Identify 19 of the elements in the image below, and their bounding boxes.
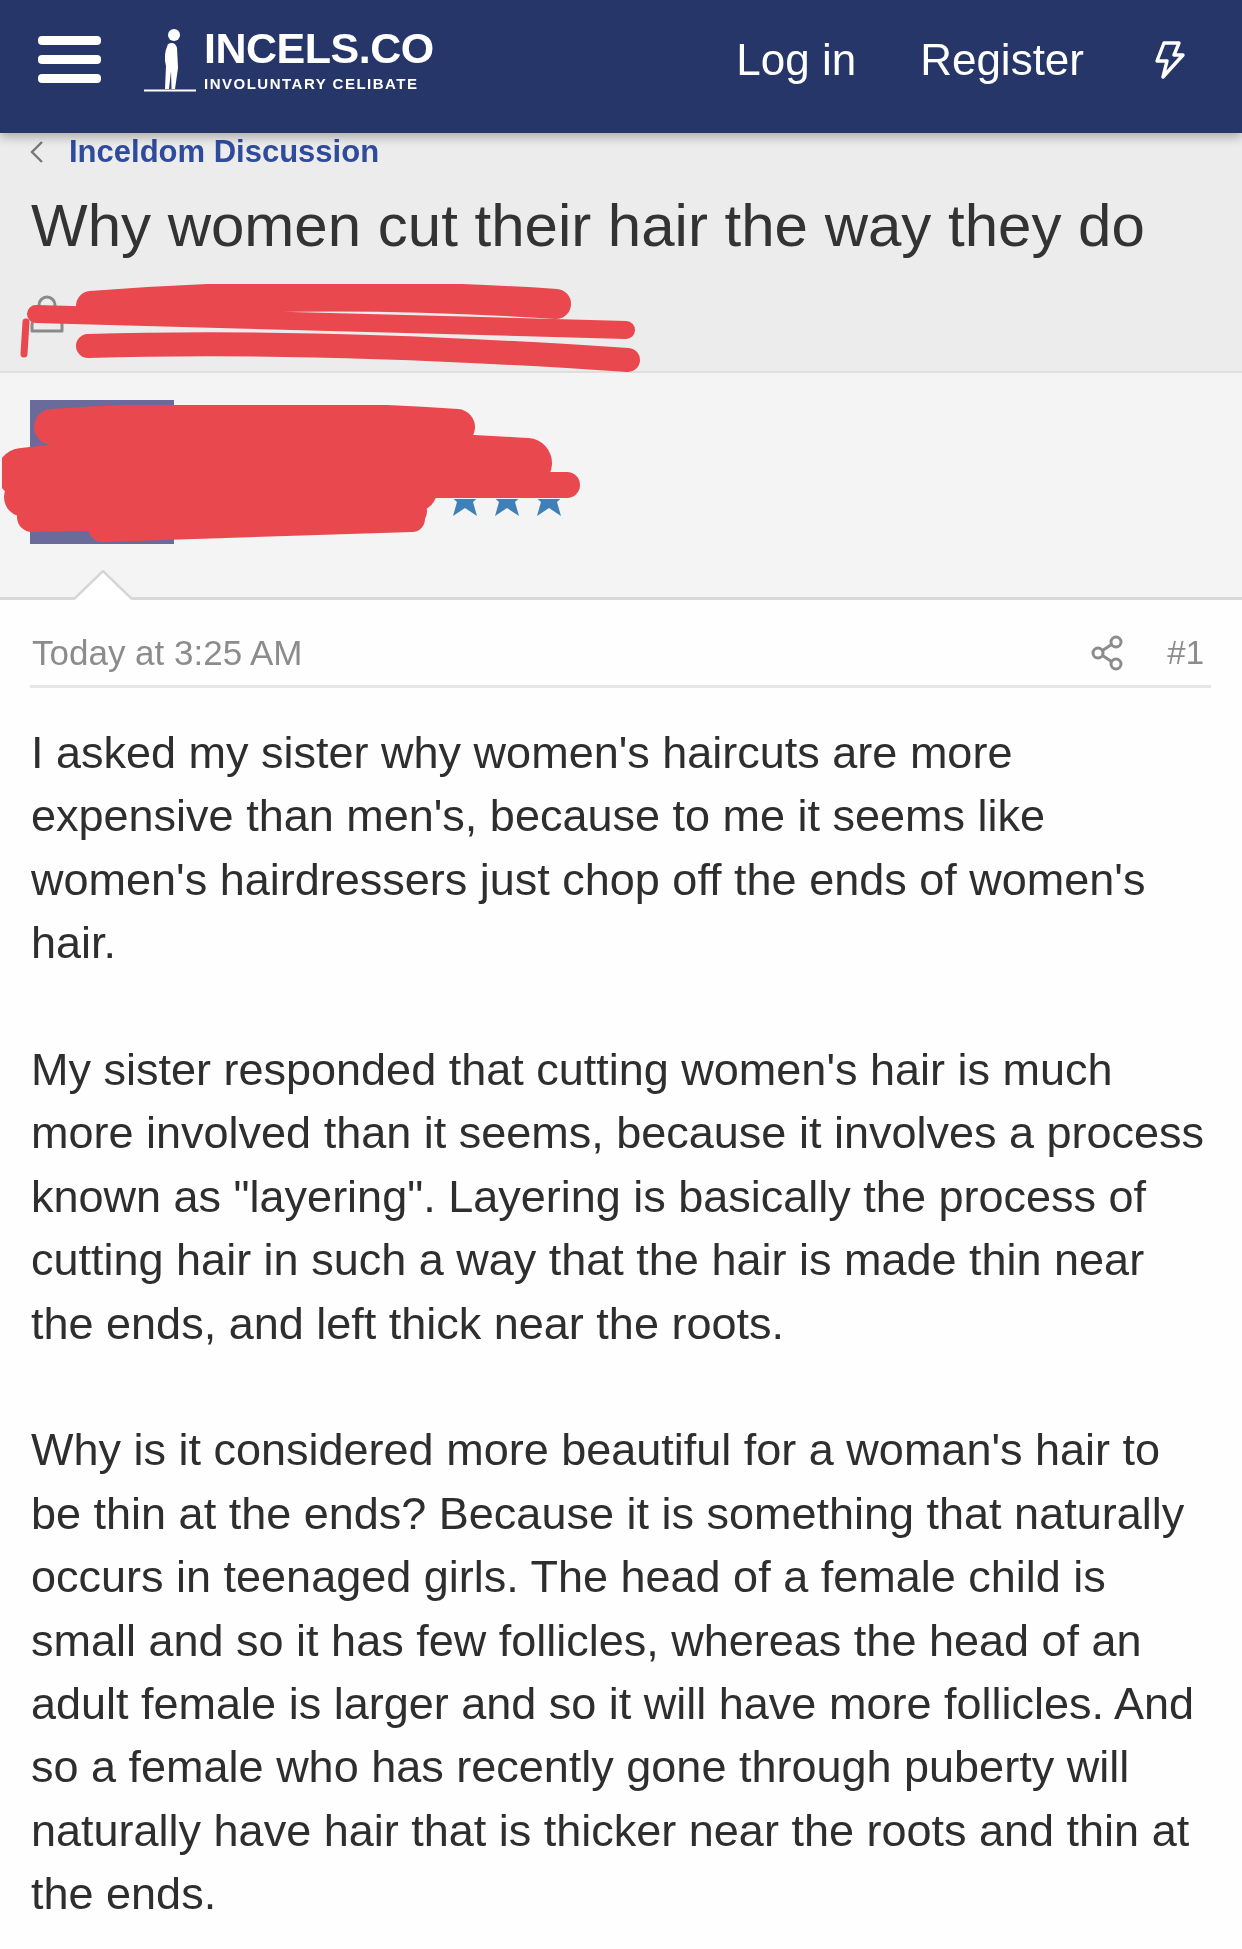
share-icon — [1091, 635, 1124, 671]
post-paragraph: Why is it considered more beautiful for a woman's hair to be thin at the ends? Because it is something that naturally occurs in teenaged girls. The head of a female child is small and so it has few follicles, whereas the head of an adult female is larger and so it will have more follicles. And so a female who has recently gone through puberty will naturally have hair that is thicker near the roots and thin at the ends. — [31, 1423, 1196, 1922]
post-time: Today at 3:25 AM — [32, 633, 304, 673]
share-button[interactable] — [1091, 635, 1124, 671]
lightning-icon — [1152, 40, 1186, 79]
user-icon — [30, 295, 64, 333]
menu-button[interactable] — [38, 36, 101, 83]
chevron-left-icon — [30, 141, 44, 163]
breadcrumb-link[interactable]: Inceldom Discussion — [30, 134, 380, 170]
header-link[interactable]: Register — [920, 33, 1084, 86]
thread-title: Why women cut their hair the way they do — [31, 191, 1146, 261]
standing-figure-icon — [144, 27, 196, 92]
site-name: INCELS.CO — [204, 26, 434, 70]
header-link[interactable]: Log in — [736, 33, 857, 86]
post-paragraph: I asked my sister why women's haircuts are more expensive than men's, because to me it seems like women's hairdressers just chop off the ends of women's hair. — [31, 726, 1147, 971]
post-paragraph: My sister responded that cutting women's hair is much more involved than it seems, because it involves a process known as "layering". Layering is basically the process of cutting hair in such a way that the hair is made thin near the ends, and left thick near the roots. — [31, 1043, 1206, 1351]
whats-new-button[interactable] — [1152, 40, 1186, 79]
menu-icon — [38, 36, 101, 83]
site-tagline: INVOLUNTARY CELIBATE — [204, 75, 420, 93]
